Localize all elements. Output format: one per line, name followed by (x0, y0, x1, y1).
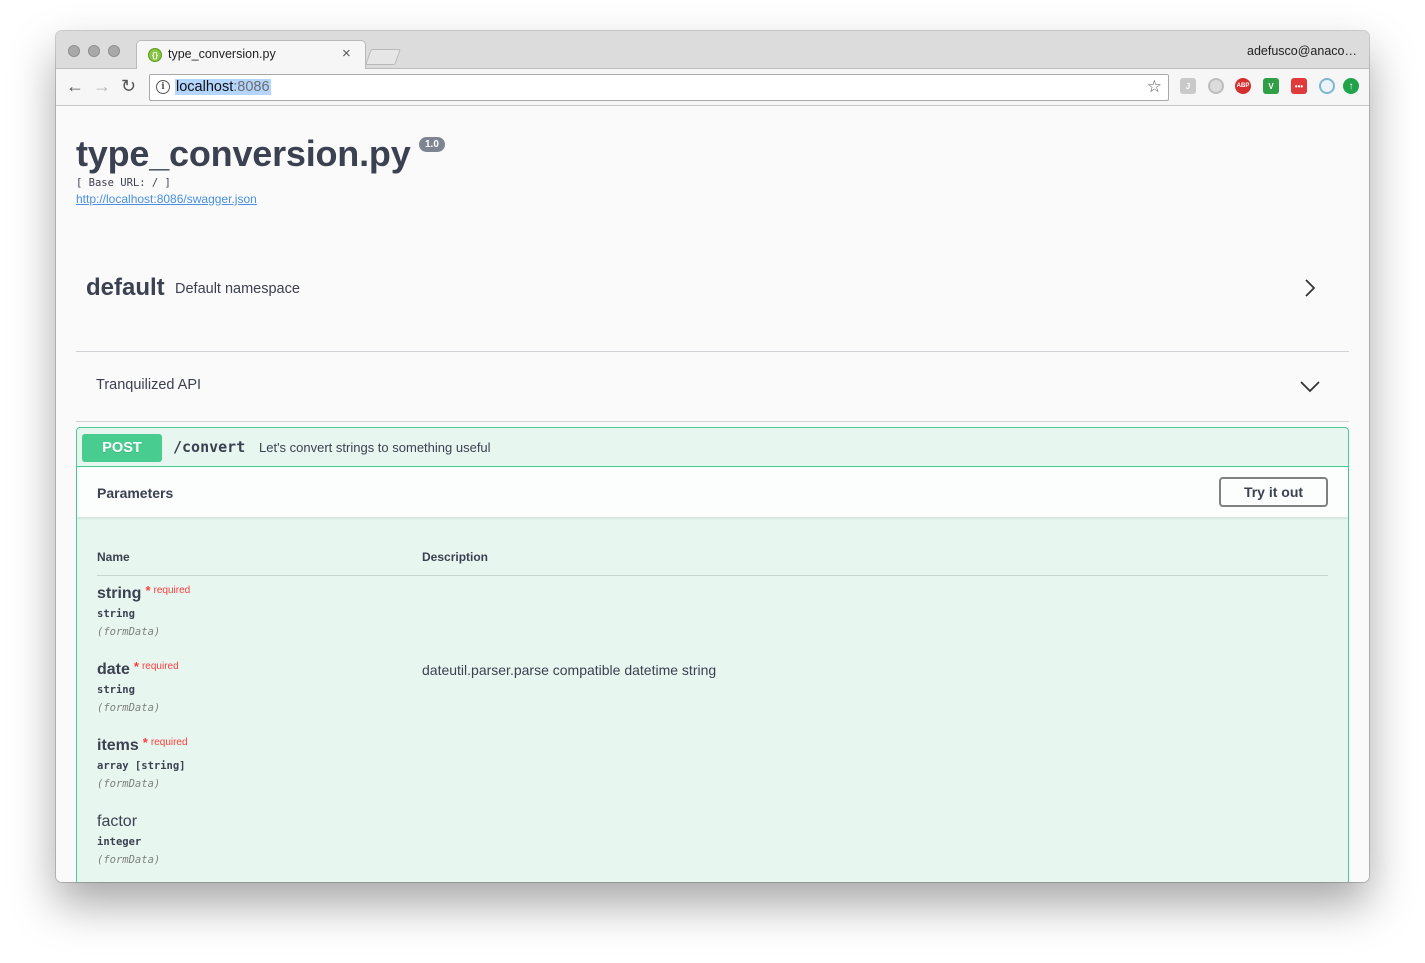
namespace-description: Default namespace (175, 281, 300, 297)
back-arrow-icon[interactable]: ← (66, 77, 84, 95)
namespace-description: Tranquilized API (96, 377, 202, 393)
browser-toolbar: ← → ↻ i localhost:8086 ☆ J ABP V ••• ↑ (56, 69, 1369, 106)
extension-dots-icon[interactable]: ••• (1291, 78, 1307, 94)
parameter-location: (formData) (97, 854, 161, 866)
column-header-name: Name (97, 550, 130, 564)
version-badge: 1.0 (419, 137, 445, 152)
namespace-tranquilized[interactable]: Tranquilized API (76, 352, 1349, 422)
parameter-row: date * required string (formData) (97, 659, 397, 714)
swagger-page: type_conversion.py 1.0 [ Base URL: / ] h… (56, 107, 1369, 882)
namespace-name: default (86, 274, 165, 301)
base-url: [ Base URL: / ] (76, 177, 171, 189)
parameter-location: (formData) (97, 626, 161, 638)
column-header-description: Description (422, 550, 489, 564)
tab-close-icon[interactable]: × (342, 45, 351, 62)
parameter-description: dateutil.parser.parse compatible datetim… (422, 662, 717, 678)
address-bar[interactable]: i localhost:8086 ☆ (149, 74, 1169, 101)
required-label: required (141, 661, 179, 672)
reload-icon[interactable]: ↻ (121, 77, 136, 95)
parameter-row: factor integer (formData) (97, 813, 397, 866)
browser-window: {} type_conversion.py × adefusco@anaco… … (56, 31, 1369, 882)
minimize-window-button[interactable] (88, 45, 100, 57)
chevron-down-icon[interactable] (1299, 376, 1321, 398)
parameter-name: factor (97, 813, 138, 830)
swagger-favicon-icon: {} (148, 48, 162, 62)
parameter-type: array [string] (97, 760, 186, 772)
required-label: required (150, 737, 188, 748)
parameter-type: integer (97, 836, 142, 848)
required-label: required (153, 585, 191, 596)
parameters-title: Parameters (97, 485, 174, 501)
parameter-location: (formData) (97, 702, 161, 714)
profile-name[interactable]: adefusco@anaco… (1247, 44, 1357, 58)
swagger-json-link[interactable]: http://localhost:8086/swagger.json (76, 192, 257, 206)
tab-bar: {} type_conversion.py × adefusco@anaco… (56, 31, 1369, 70)
extension-circle-icon[interactable] (1208, 78, 1224, 94)
zoom-window-button[interactable] (108, 45, 120, 57)
required-star: * (133, 659, 139, 674)
operation-path: /convert (173, 438, 246, 456)
parameter-location: (formData) (97, 778, 161, 790)
close-window-button[interactable] (68, 45, 80, 57)
new-tab-button[interactable] (365, 49, 401, 65)
extension-v-icon[interactable]: V (1263, 78, 1279, 94)
site-info-icon[interactable]: i (156, 80, 170, 94)
required-star: * (145, 583, 151, 598)
extension-upload-icon[interactable]: ↑ (1343, 78, 1359, 94)
chevron-right-icon[interactable] (1299, 277, 1321, 299)
url-text[interactable]: localhost:8086 (175, 79, 271, 95)
forward-arrow-icon[interactable]: → (93, 77, 111, 95)
tab-title: type_conversion.py (168, 47, 276, 61)
operation-description: Let's convert strings to something usefu… (259, 440, 491, 455)
parameter-row: string * required string (formData) (97, 583, 397, 638)
parameter-name: date (97, 661, 130, 678)
parameter-row: items * required array [string] (formData) (97, 735, 397, 790)
try-it-out-button[interactable]: Try it out (1219, 477, 1328, 507)
extension-refresh-icon[interactable] (1319, 78, 1335, 94)
operation-post-convert: POST /convert Let's convert strings to s… (76, 427, 1349, 882)
method-badge: POST (82, 434, 162, 462)
parameters-header: Parameters Try it out (77, 467, 1348, 518)
adblock-plus-icon[interactable]: ABP (1235, 78, 1251, 94)
parameter-name: string (97, 585, 142, 602)
required-star: * (142, 735, 148, 750)
operation-summary[interactable]: POST /convert Let's convert strings to s… (77, 428, 1348, 467)
extension-j-icon[interactable]: J (1180, 78, 1196, 94)
bookmark-star-icon[interactable]: ☆ (1147, 77, 1162, 97)
parameter-type: string (97, 608, 135, 620)
page-title: type_conversion.py (76, 133, 411, 174)
parameter-type: string (97, 684, 135, 696)
table-divider (97, 575, 1328, 576)
namespace-default[interactable]: default Default namespace (76, 257, 1349, 352)
parameter-name: items (97, 737, 139, 754)
